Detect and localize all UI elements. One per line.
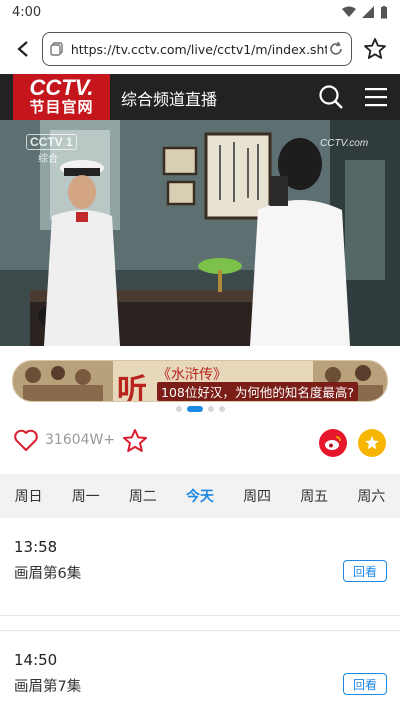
- tab-monday[interactable]: 周一: [57, 486, 114, 506]
- like-count: 31604W+: [45, 432, 116, 448]
- status-icons: [342, 5, 388, 19]
- replay-button[interactable]: 回看: [343, 673, 387, 695]
- channel-watermark: CCTV 1 综合: [26, 134, 77, 165]
- program-title: 画眉第6集: [14, 566, 82, 582]
- carousel-dots: [0, 406, 400, 414]
- tabs-icon: [50, 42, 63, 56]
- search-icon[interactable]: [318, 84, 344, 110]
- tab-today[interactable]: 今天: [171, 486, 228, 506]
- tab-sunday[interactable]: 周日: [0, 486, 57, 506]
- list-item: 14:50 画眉第7集 回看: [0, 630, 400, 712]
- banner-subtitle: 108位好汉，为何他的知名度最高?: [157, 382, 358, 401]
- promo-banner[interactable]: 听 《水浒传》 108位好汉，为何他的知名度最高?: [12, 360, 388, 402]
- replay-button[interactable]: 回看: [343, 560, 387, 582]
- tab-thursday[interactable]: 周四: [229, 486, 286, 506]
- status-time: 4:00: [12, 4, 42, 20]
- tab-friday[interactable]: 周五: [286, 486, 343, 506]
- action-bar: 31604W+: [0, 424, 400, 464]
- cctv-logo[interactable]: CCTV. 节目官网: [13, 74, 110, 120]
- channel-sub-text: 综合: [38, 154, 58, 165]
- weibo-share-button[interactable]: [319, 429, 347, 457]
- tab-saturday[interactable]: 周六: [343, 486, 400, 506]
- logo-line1: CCTV.: [29, 75, 94, 100]
- carousel-dot[interactable]: [207, 406, 214, 412]
- banner-title: 《水浒传》: [157, 367, 227, 383]
- star-outline-icon: [364, 38, 386, 59]
- url-bar[interactable]: https://tv.cctv.com/live/cctv1/m/index.s…: [41, 32, 353, 66]
- browser-toolbar: https://tv.cctv.com/live/cctv1/m/index.s…: [0, 26, 400, 72]
- tab-tuesday[interactable]: 周二: [114, 486, 171, 506]
- carousel-dot[interactable]: [175, 406, 182, 412]
- battery-icon: [381, 5, 387, 18]
- program-time: 13:58: [14, 538, 58, 556]
- program-time: 14:50: [14, 651, 58, 669]
- star-filled-icon: [365, 436, 379, 450]
- back-arrow-icon: [17, 41, 28, 57]
- back-button[interactable]: [10, 36, 36, 62]
- carousel-dot[interactable]: [218, 406, 225, 412]
- status-bar: 4:00: [0, 0, 400, 24]
- reload-icon[interactable]: [327, 40, 345, 58]
- banner-char: 听: [117, 373, 147, 402]
- list-item: 13:58 画眉第6集 回看: [0, 518, 400, 616]
- url-text[interactable]: https://tv.cctv.com/live/cctv1/m/index.s…: [71, 42, 327, 57]
- program-list: 13:58 画眉第6集 回看 14:50 画眉第7集 回看: [0, 518, 400, 712]
- weibo-icon: [325, 436, 341, 450]
- day-tabs: 周日 周一 周二 今天 周四 周五 周六: [0, 474, 400, 518]
- site-header: CCTV. 节目官网 综合频道直播: [0, 74, 400, 120]
- corner-watermark: CCTV.com: [320, 138, 369, 149]
- cell-signal-icon: [362, 6, 374, 18]
- favorite-star-icon[interactable]: [121, 428, 149, 454]
- bookmark-button[interactable]: [360, 34, 390, 64]
- carousel-dot-active[interactable]: [186, 406, 203, 412]
- program-title: 画眉第7集: [14, 679, 82, 695]
- menu-icon[interactable]: [364, 86, 388, 108]
- video-player[interactable]: CCTV 1 综合 CCTV.com: [0, 120, 400, 346]
- logo-line2: 节目官网: [29, 98, 94, 116]
- collect-button[interactable]: [358, 429, 386, 457]
- channel-logo-text: CCTV 1: [26, 134, 77, 150]
- wifi-icon: [342, 6, 356, 17]
- list-divider: [0, 616, 400, 630]
- channel-title: 综合频道直播: [121, 90, 218, 109]
- heart-icon[interactable]: [13, 428, 39, 452]
